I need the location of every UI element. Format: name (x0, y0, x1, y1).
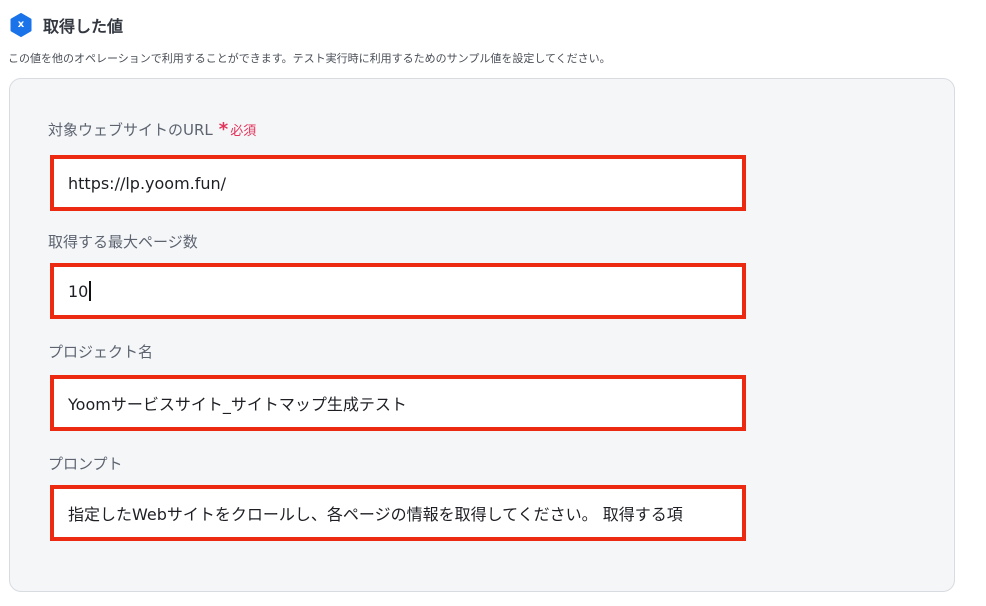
section-description: この値を他のオペレーションで利用することができます。テスト実行時に利用するための… (8, 52, 611, 65)
prompt-field-label: プロンプト (48, 453, 123, 474)
text-caret (89, 281, 92, 301)
prompt-input-value: 指定したWebサイトをクロールし、各ページの情報を取得してください。 取得する項 (68, 505, 683, 524)
project-name-input-value: Yoomサービスサイト_サイトマップ生成テスト (68, 395, 407, 414)
url-input-value: https://lp.yoom.fun/ (68, 173, 227, 193)
sample-values-panel: 対象ウェブサイトのURL * 必須 https://lp.yoom.fun/ 取… (9, 78, 955, 592)
max-pages-input[interactable]: 10 (50, 263, 746, 319)
url-field-label-text: 対象ウェブサイトのURL (48, 121, 213, 139)
prompt-input[interactable]: 指定したWebサイトをクロールし、各ページの情報を取得してください。 取得する項 (50, 485, 746, 541)
project-name-field-label: プロジェクト名 (48, 341, 153, 362)
max-pages-field-label-text: 取得する最大ページ数 (48, 233, 198, 251)
url-field-label: 対象ウェブサイトのURL * 必須 (48, 119, 256, 140)
required-asterisk: * (218, 118, 229, 140)
max-pages-input-value: 10 (68, 281, 89, 301)
variable-icon: x (10, 13, 32, 37)
project-name-input[interactable]: Yoomサービスサイト_サイトマップ生成テスト (50, 375, 746, 431)
max-pages-field-label: 取得する最大ページ数 (48, 231, 198, 252)
prompt-field-label-text: プロンプト (48, 455, 123, 473)
required-indicator: * 必須 (219, 120, 256, 139)
url-input[interactable]: https://lp.yoom.fun/ (50, 155, 746, 211)
section-header: x 取得した値 (10, 12, 123, 38)
project-name-field-label-text: プロジェクト名 (48, 343, 154, 361)
section-title: 取得した値 (43, 17, 124, 36)
required-text: 必須 (230, 124, 257, 139)
variable-icon-letter: x (17, 19, 25, 30)
